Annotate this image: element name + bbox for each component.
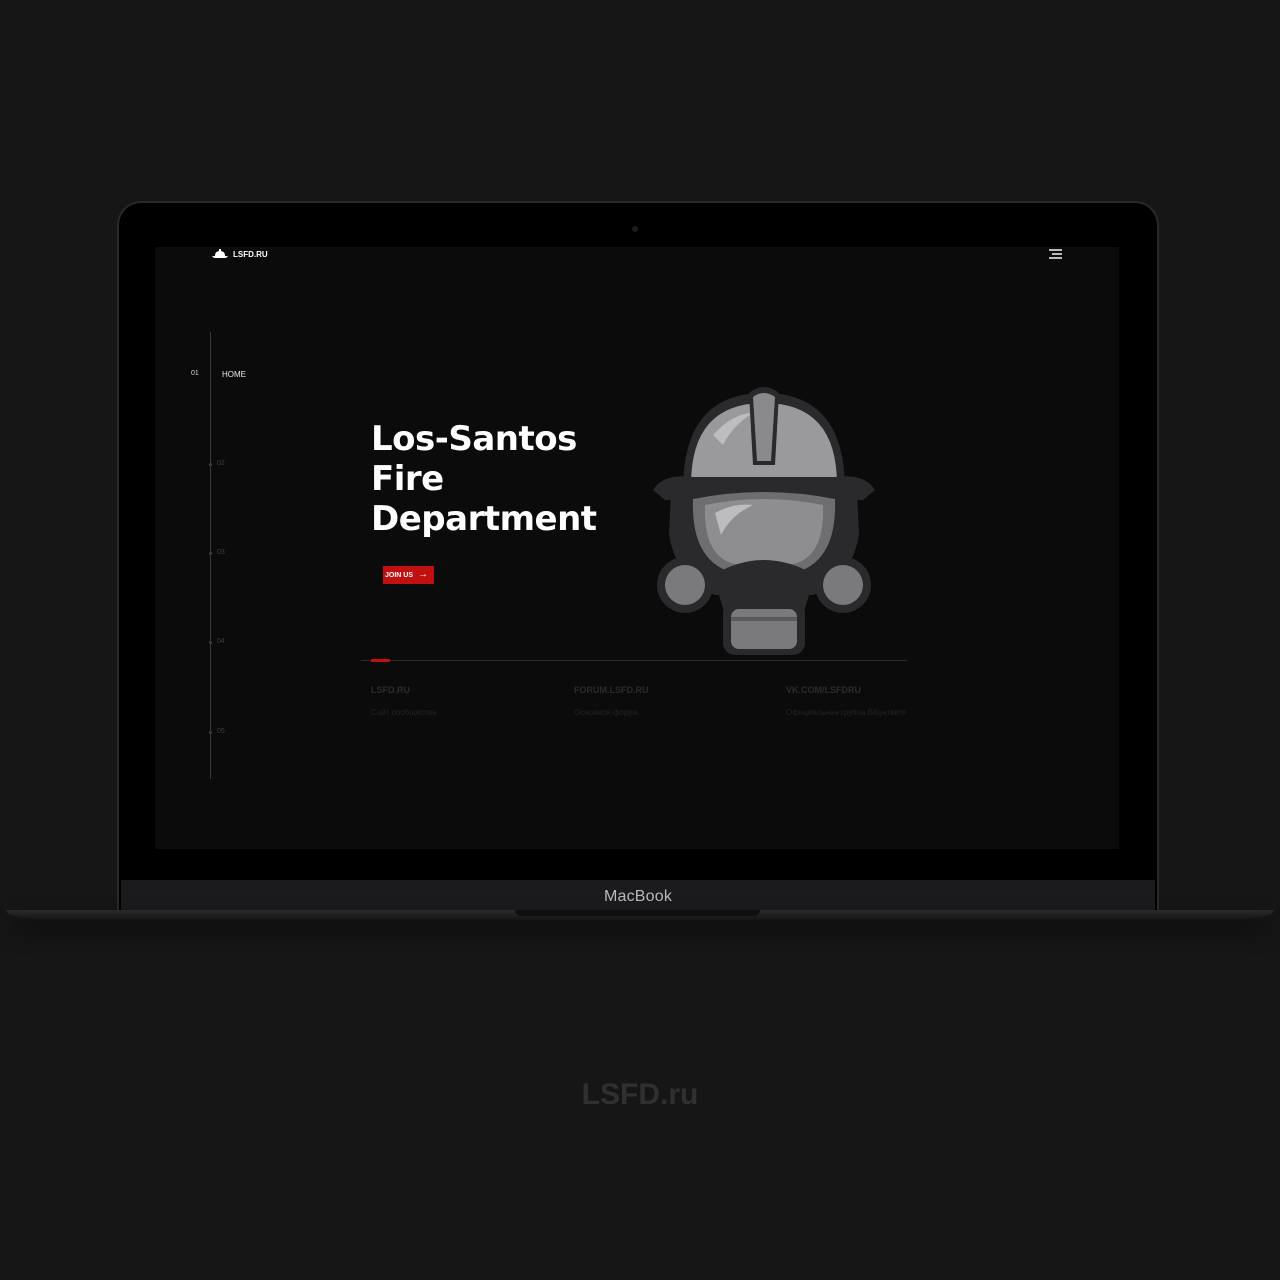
- hero-title-line: Fire: [371, 459, 444, 499]
- join-us-label: JOIN US: [385, 571, 414, 579]
- progress-fill: [371, 659, 390, 662]
- link-desc: Сайт сообщества: [371, 708, 437, 717]
- link-desc: Основной форум: [574, 708, 638, 717]
- laptop-chin: MacBook: [121, 880, 1155, 911]
- nav-label: HOME: [222, 370, 246, 379]
- hamburger-icon[interactable]: [1049, 249, 1062, 260]
- join-us-button[interactable]: JOIN US →: [383, 566, 435, 584]
- logo-text: LSFD.RU: [233, 249, 268, 259]
- helmet-logo-icon: [212, 249, 228, 258]
- nav-dot: [209, 731, 212, 734]
- nav-dot: [209, 552, 212, 555]
- screen: LSFD.RU 01 HOME 02 03 04 05 Los-Santos F…: [155, 247, 1119, 849]
- nav-number: 01: [191, 370, 199, 377]
- link-forum[interactable]: FORUM.LSFD.RU Основной форум: [574, 685, 649, 717]
- nav-number: 04: [217, 638, 225, 645]
- link-vk[interactable]: VK.COM/LSFDRU Официальная группа ВКонтак…: [786, 685, 906, 717]
- progress-track: [361, 659, 907, 662]
- link-title: FORUM.LSFD.RU: [574, 685, 649, 695]
- nav-number: 02: [217, 460, 225, 467]
- link-lsfd[interactable]: LSFD.RU Сайт сообщества: [371, 685, 436, 717]
- link-desc: Официальная группа ВКонтакте: [786, 708, 907, 717]
- hero-title-line: Los-Santos: [371, 419, 577, 459]
- device-label: MacBook: [603, 888, 673, 905]
- camera-icon: [632, 226, 638, 232]
- nav-dot: [209, 641, 212, 644]
- nav-line: [210, 332, 211, 779]
- caption: LSFD.ru: [581, 1078, 699, 1111]
- hero-title-line: Department: [371, 499, 597, 539]
- nav-number: 03: [217, 549, 225, 556]
- firefighter-helmet-gas-mask-icon: [653, 387, 875, 655]
- laptop-notch: [515, 910, 760, 916]
- link-title: LSFD.RU: [371, 685, 410, 695]
- link-title: VK.COM/LSFDRU: [786, 685, 861, 695]
- nav-dot: [209, 463, 212, 466]
- hero-title: Los-Santos Fire Department: [371, 419, 597, 539]
- arrow-right-icon: →: [418, 569, 429, 580]
- nav-number: 05: [217, 728, 225, 735]
- site-logo[interactable]: LSFD.RU: [211, 249, 268, 259]
